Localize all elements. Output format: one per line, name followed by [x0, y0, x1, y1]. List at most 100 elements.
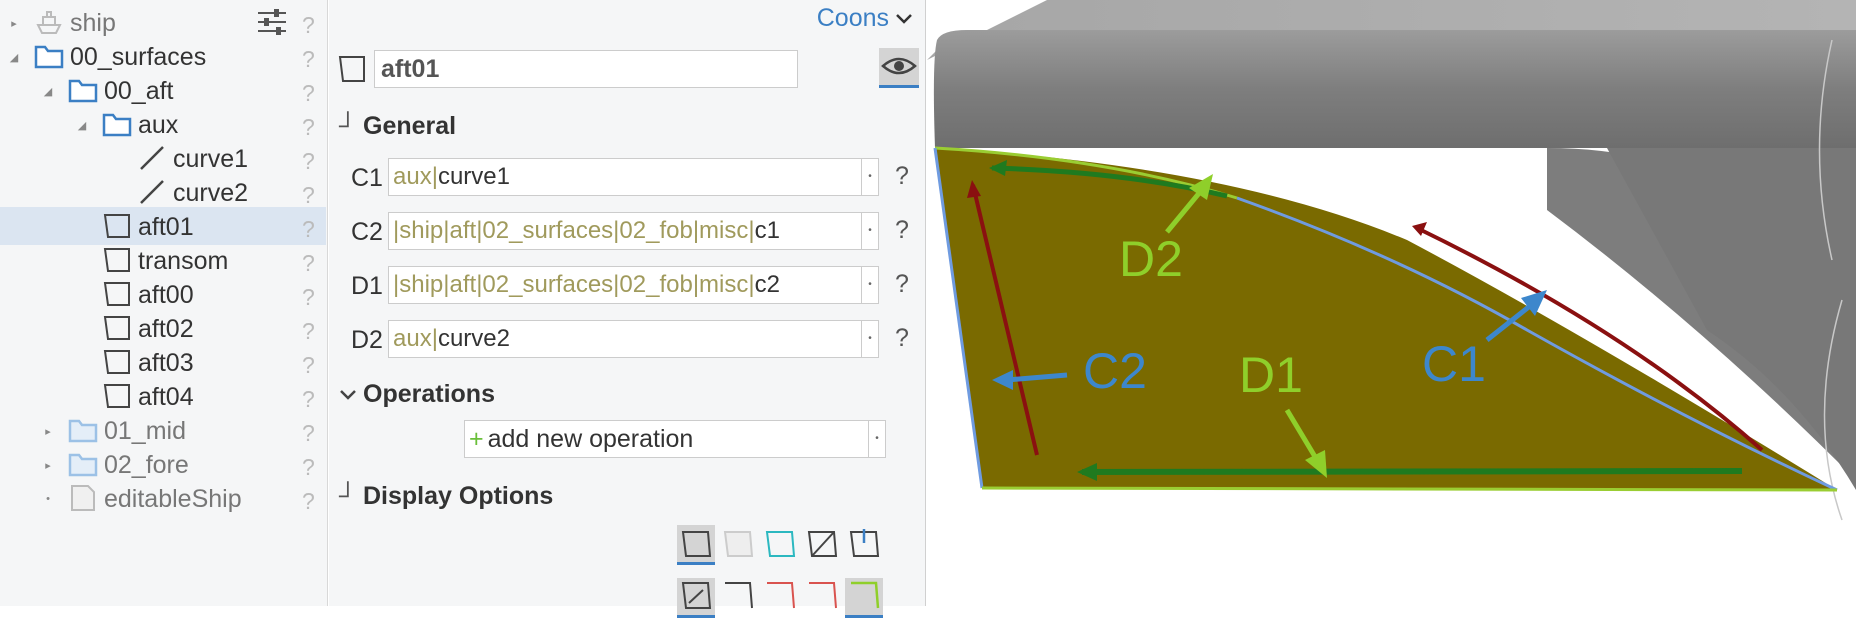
tree-item-label: editableShip [104, 485, 242, 513]
tree-item-curve2[interactable]: curve2? [0, 173, 326, 211]
tree-item-aft01[interactable]: aft01? [0, 207, 326, 245]
reference-field-d2[interactable]: aux|curve2 • [388, 320, 879, 358]
help-icon[interactable]: ? [302, 352, 315, 379]
collapsed-arrow-icon[interactable]: ▸ [42, 425, 54, 438]
viewport-scene: D2 C1 C2 D1 [927, 0, 1856, 521]
display-edges-icon[interactable] [719, 578, 757, 618]
tree-item-label: aft02 [138, 315, 194, 343]
leaf-dot-icon[interactable]: • [42, 493, 54, 505]
help-icon[interactable]: ? [302, 318, 315, 345]
tree-item-label: aft04 [138, 383, 194, 411]
section-operations[interactable]: Operations [339, 380, 495, 409]
display-normal-icon[interactable] [845, 525, 883, 565]
help-icon[interactable]: ? [302, 182, 315, 209]
display-faded-icon[interactable] [719, 525, 757, 565]
expanded-arrow-icon[interactable]: ◢ [76, 119, 88, 132]
dropdown-arrow-icon[interactable]: • [868, 421, 885, 457]
tree-item-label: aft00 [138, 281, 194, 309]
field-label-d2: D2 [351, 326, 383, 354]
tree-item-00_aft[interactable]: ◢ 00_aft? [0, 71, 326, 109]
surface-icon [102, 315, 132, 341]
surface-shape-icon [337, 54, 367, 84]
tree-item-02_fore[interactable]: ▸ 02_fore? [0, 445, 326, 483]
collapsed-arrow-icon[interactable]: ▸ [8, 17, 20, 30]
type-selector[interactable]: Coons [817, 4, 913, 33]
tree-item-label: curve2 [173, 179, 249, 207]
name-field[interactable] [374, 50, 798, 88]
collapsed-arrow-icon[interactable]: ▸ [42, 459, 54, 472]
tree-item-transom[interactable]: transom? [0, 241, 326, 279]
tree-item-label: aft01 [138, 213, 194, 241]
tree-item-aft00[interactable]: aft00? [0, 275, 326, 313]
help-icon[interactable]: ? [895, 216, 909, 245]
3d-viewport[interactable]: D2 C1 C2 D1 [927, 0, 1856, 606]
dropdown-arrow-icon[interactable]: • [861, 267, 878, 303]
path-segment: aux [393, 163, 432, 190]
display-arrow-icon[interactable] [677, 578, 715, 618]
collapse-toggle-icon: ┘ [339, 482, 357, 510]
reference-field-d1[interactable]: |ship|aft|02_surfaces|02_fob|misc|c2 • [388, 266, 879, 304]
folder-icon [34, 43, 64, 69]
expanded-arrow-icon[interactable]: ◢ [42, 85, 54, 98]
help-icon[interactable]: ? [302, 284, 315, 311]
tree-item-label: transom [138, 247, 229, 275]
help-icon[interactable]: ? [895, 270, 909, 299]
tree-item-01_mid[interactable]: ▸ 01_mid? [0, 411, 326, 449]
path-segment: misc [699, 217, 749, 244]
help-icon[interactable]: ? [302, 250, 315, 277]
help-icon[interactable]: ? [302, 148, 315, 175]
section-display-title: Display Options [363, 482, 554, 510]
help-icon[interactable]: ? [302, 114, 315, 141]
dropdown-arrow-icon[interactable]: • [861, 213, 878, 249]
help-icon[interactable]: ? [302, 80, 315, 107]
tree-item-aft02[interactable]: aft02? [0, 309, 326, 347]
help-icon[interactable]: ? [302, 454, 315, 481]
path-segment: 02_surfaces [482, 217, 614, 244]
settings-sliders-icon[interactable] [256, 8, 288, 36]
path-segment: 02_fob [619, 217, 693, 244]
label-c1: C1 [1422, 336, 1486, 392]
display-red-edges-icon[interactable] [761, 578, 799, 618]
section-display-options[interactable]: ┘ Display Options [339, 482, 553, 511]
help-icon[interactable]: ? [302, 46, 315, 73]
tree-item-aux[interactable]: ◢ aux? [0, 105, 326, 143]
tree-item-aft03[interactable]: aft03? [0, 343, 326, 381]
tree-item-editableship[interactable]: • editableShip? [0, 479, 326, 517]
help-icon[interactable]: ? [302, 488, 315, 515]
display-red-edges-alt-icon[interactable] [803, 578, 841, 618]
section-general[interactable]: ┘ General [339, 112, 456, 141]
surface-icon [102, 281, 132, 307]
tree-item-00_surfaces[interactable]: ◢ 00_surfaces? [0, 37, 326, 75]
plus-icon: + [469, 425, 484, 453]
path-segment: aft [449, 217, 477, 244]
help-icon[interactable]: ? [302, 386, 315, 413]
file-icon [68, 485, 98, 511]
type-label: Coons [816, 4, 889, 32]
chevron-down-icon [895, 4, 913, 33]
surface-icon [102, 383, 132, 409]
help-icon[interactable]: ? [895, 162, 909, 191]
help-icon[interactable]: ? [302, 420, 315, 447]
display-outline-cyan-icon[interactable] [761, 525, 799, 565]
section-general-title: General [363, 112, 457, 140]
hull-body [933, 30, 1856, 148]
add-operation-dropdown[interactable]: + add new operation • [464, 420, 886, 458]
dropdown-arrow-icon[interactable]: • [861, 321, 878, 357]
tree-item-aft04[interactable]: aft04? [0, 377, 326, 415]
help-icon[interactable]: ? [302, 12, 315, 39]
display-green-edges-icon[interactable] [845, 578, 883, 618]
reference-field-c1[interactable]: aux|curve1 • [388, 158, 879, 196]
reference-field-c2[interactable]: |ship|aft|02_surfaces|02_fob|misc|c1 • [388, 212, 879, 250]
help-icon[interactable]: ? [302, 216, 315, 243]
dropdown-arrow-icon[interactable]: • [861, 159, 878, 195]
display-solid-icon[interactable] [677, 525, 715, 565]
display-diagonal-icon[interactable] [803, 525, 841, 565]
expanded-arrow-icon[interactable]: ◢ [8, 51, 20, 64]
path-segment: 02_fob [619, 271, 693, 298]
help-icon[interactable]: ? [895, 324, 909, 353]
visibility-eye-icon[interactable] [879, 48, 919, 88]
boundary-d1 [981, 486, 1838, 492]
tree-item-curve1[interactable]: curve1? [0, 139, 326, 177]
path-segment: ship [399, 217, 444, 244]
add-operation-label: add new operation [487, 425, 694, 453]
